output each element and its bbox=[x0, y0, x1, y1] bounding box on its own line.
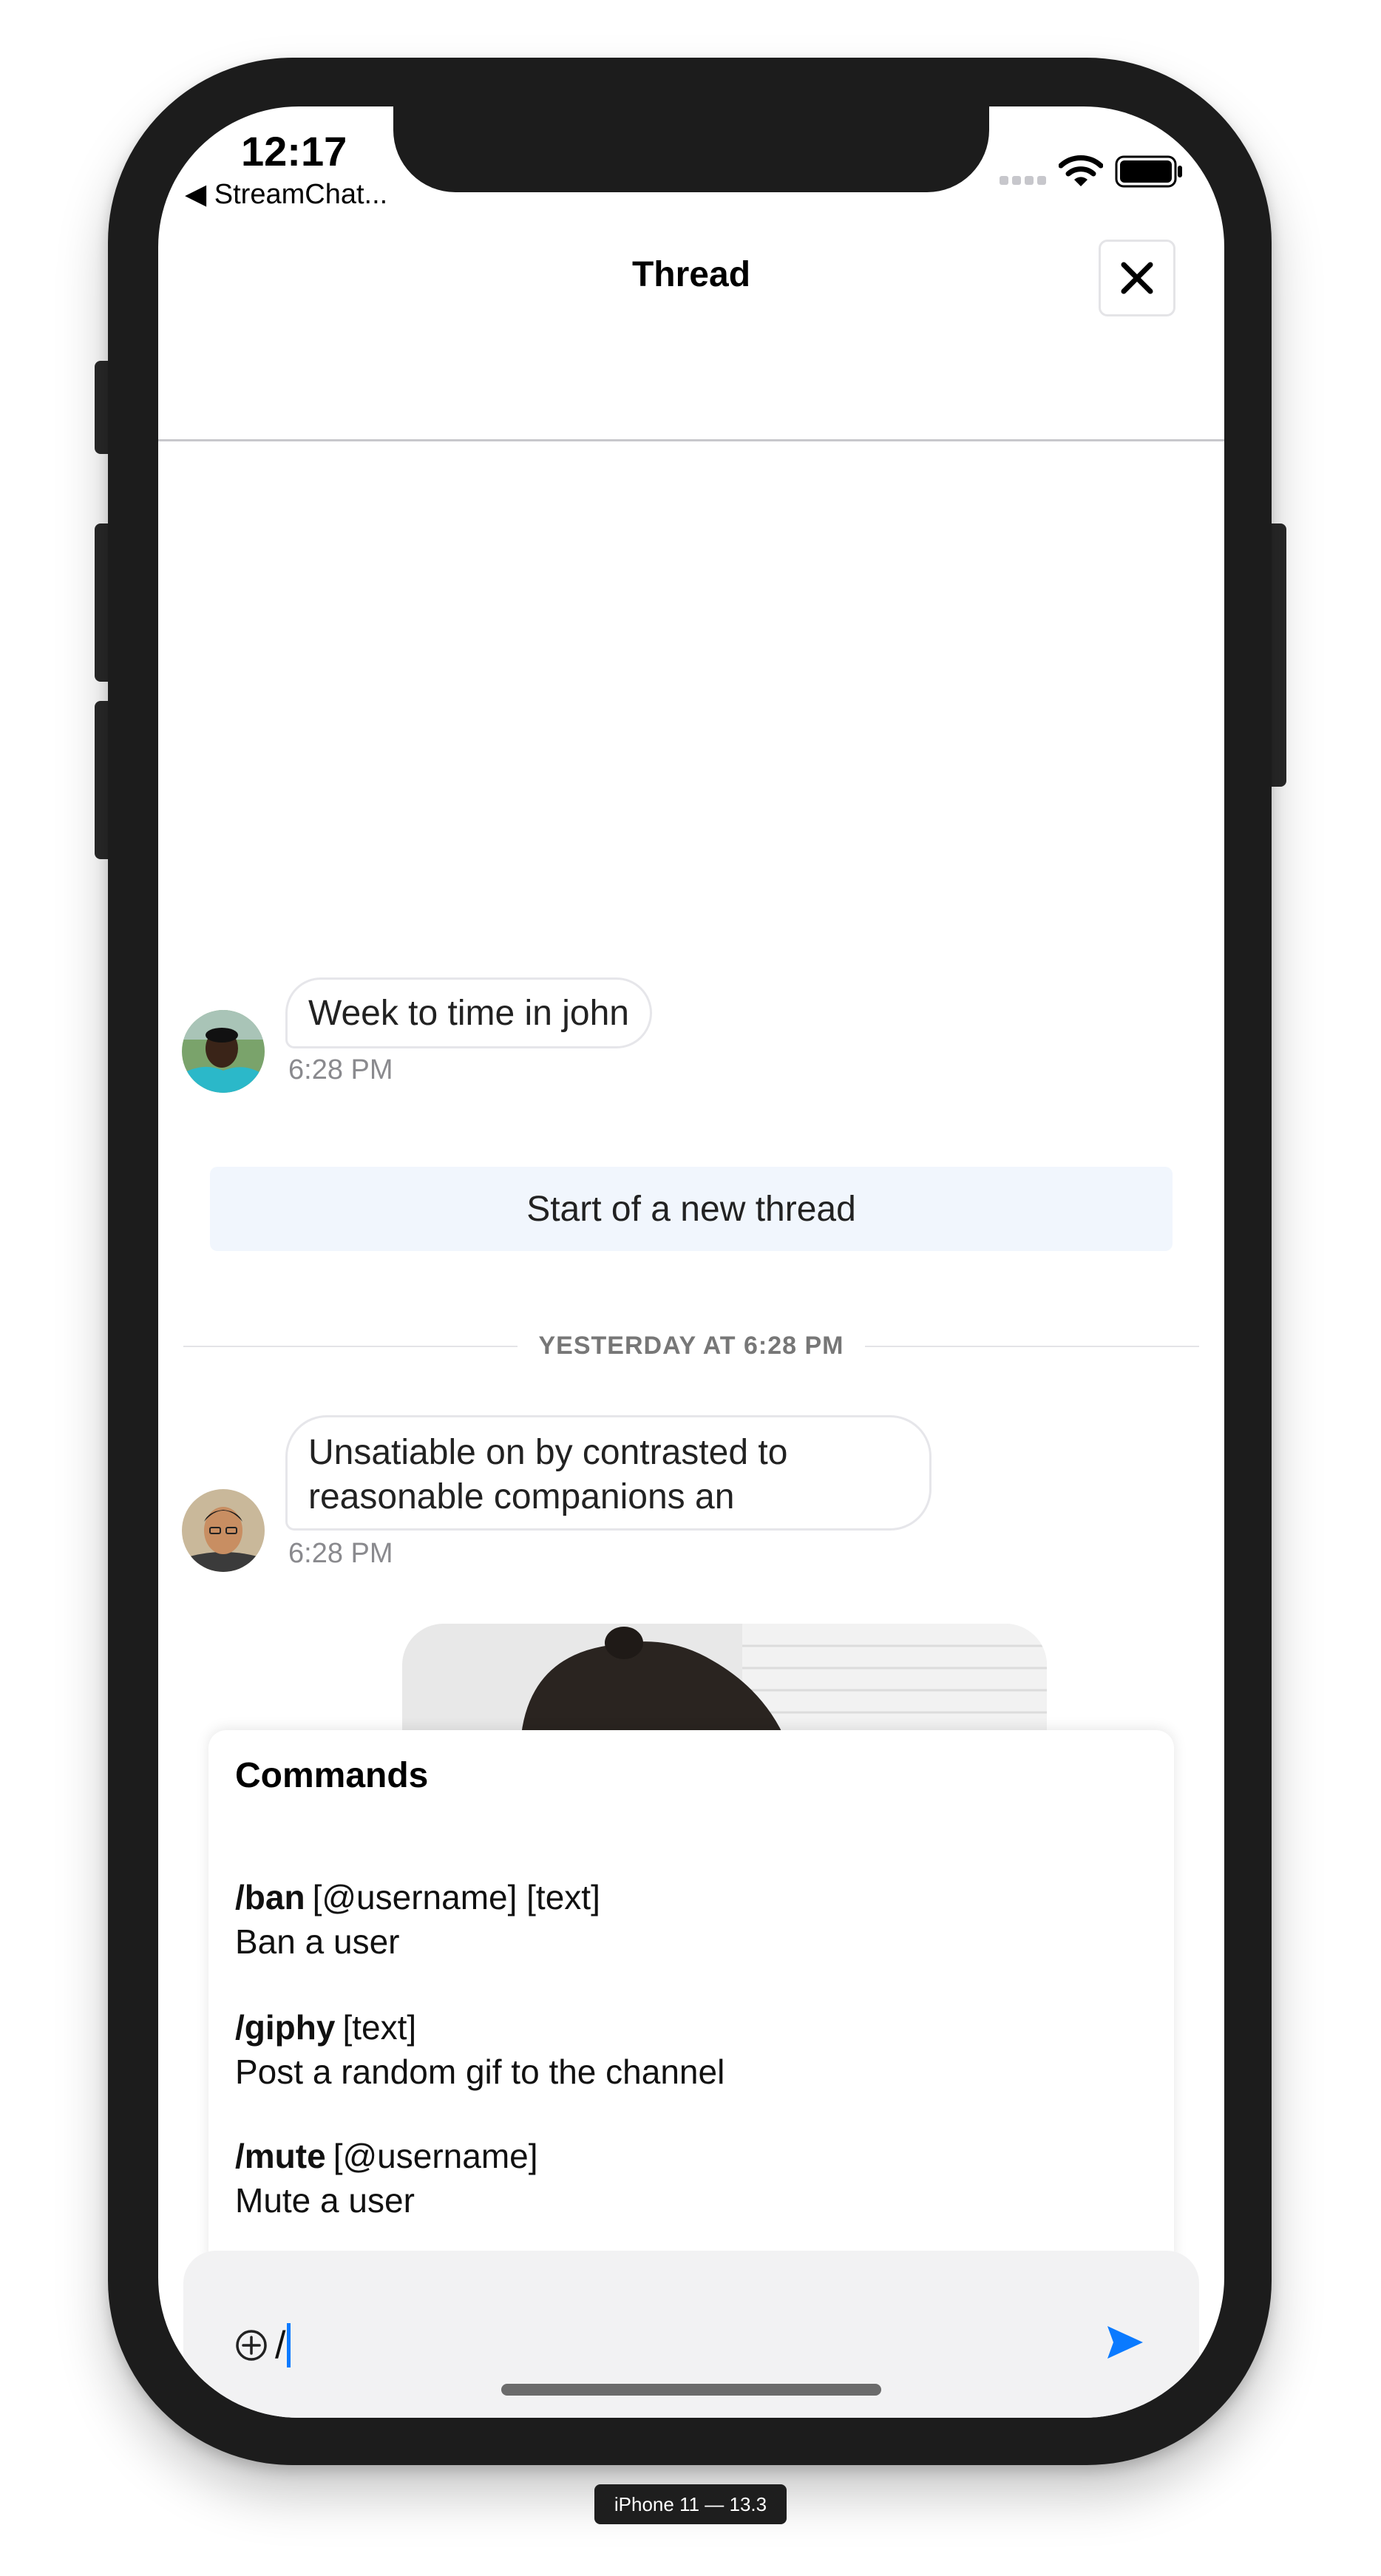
command-item-giphy[interactable]: /giphy [text] Post a random gif to the ch… bbox=[235, 2005, 725, 2094]
wifi-icon bbox=[1059, 155, 1103, 186]
user-avatar[interactable] bbox=[182, 1010, 265, 1093]
message-bubble[interactable]: Week to time in john bbox=[285, 977, 652, 1048]
command-item-ban[interactable]: /ban [@username] [text] Ban a user bbox=[235, 1875, 600, 1964]
add-circle-icon[interactable] bbox=[235, 2329, 268, 2362]
back-to-app-link[interactable]: ◀ StreamChat... bbox=[185, 177, 387, 211]
date-separator: YESTERDAY AT 6:28 PM bbox=[183, 1328, 1199, 1363]
battery-full-icon bbox=[1115, 155, 1182, 188]
user-avatar[interactable] bbox=[182, 1489, 265, 1572]
command-name: /mute bbox=[235, 2137, 326, 2175]
message-input-value: / bbox=[275, 2324, 286, 2367]
simulator-scene: 12:17 ◀ StreamChat... Thread Week to tim… bbox=[0, 0, 1381, 2576]
device-screen: 12:17 ◀ StreamChat... Thread Week to tim… bbox=[158, 106, 1224, 2418]
close-icon bbox=[1121, 262, 1153, 294]
send-icon[interactable] bbox=[1106, 2325, 1144, 2360]
message-bubble[interactable]: Unsatiable on by contrasted to reasonabl… bbox=[285, 1415, 932, 1531]
command-description: Mute a user bbox=[235, 2181, 415, 2220]
commands-title: Commands bbox=[235, 1756, 429, 1795]
cellular-signal-icon bbox=[1000, 176, 1046, 185]
command-name: /giphy bbox=[235, 2008, 336, 2047]
thread-start-banner: Start of a new thread bbox=[210, 1167, 1173, 1251]
command-args: [@username] [text] bbox=[312, 1878, 600, 1916]
commands-panel: Commands /ban [@username] [text] Ban a us… bbox=[208, 1730, 1174, 2263]
message-timestamp: 6:28 PM bbox=[288, 1054, 393, 1085]
command-args: [text] bbox=[342, 2008, 417, 2047]
command-name: /ban bbox=[235, 1878, 305, 1916]
command-description: Ban a user bbox=[235, 1922, 400, 1961]
page-title: Thread bbox=[631, 255, 751, 294]
notch bbox=[393, 106, 989, 192]
command-item-mute[interactable]: /mute [@username] Mute a user bbox=[235, 2134, 538, 2223]
home-indicator[interactable] bbox=[501, 2384, 881, 2396]
message-timestamp: 6:28 PM bbox=[288, 1538, 393, 1569]
device-label: iPhone 11 — 13.3 bbox=[594, 2484, 787, 2524]
message-input[interactable]: / bbox=[275, 2316, 291, 2375]
text-caret bbox=[287, 2323, 291, 2367]
close-button[interactable] bbox=[1099, 240, 1175, 316]
command-args: [@username] bbox=[333, 2137, 538, 2175]
image-attachment[interactable] bbox=[402, 1624, 1047, 1742]
command-description: Post a random gif to the channel bbox=[235, 2053, 725, 2091]
divider bbox=[865, 1346, 1199, 1347]
status-time: 12:17 bbox=[241, 128, 347, 174]
